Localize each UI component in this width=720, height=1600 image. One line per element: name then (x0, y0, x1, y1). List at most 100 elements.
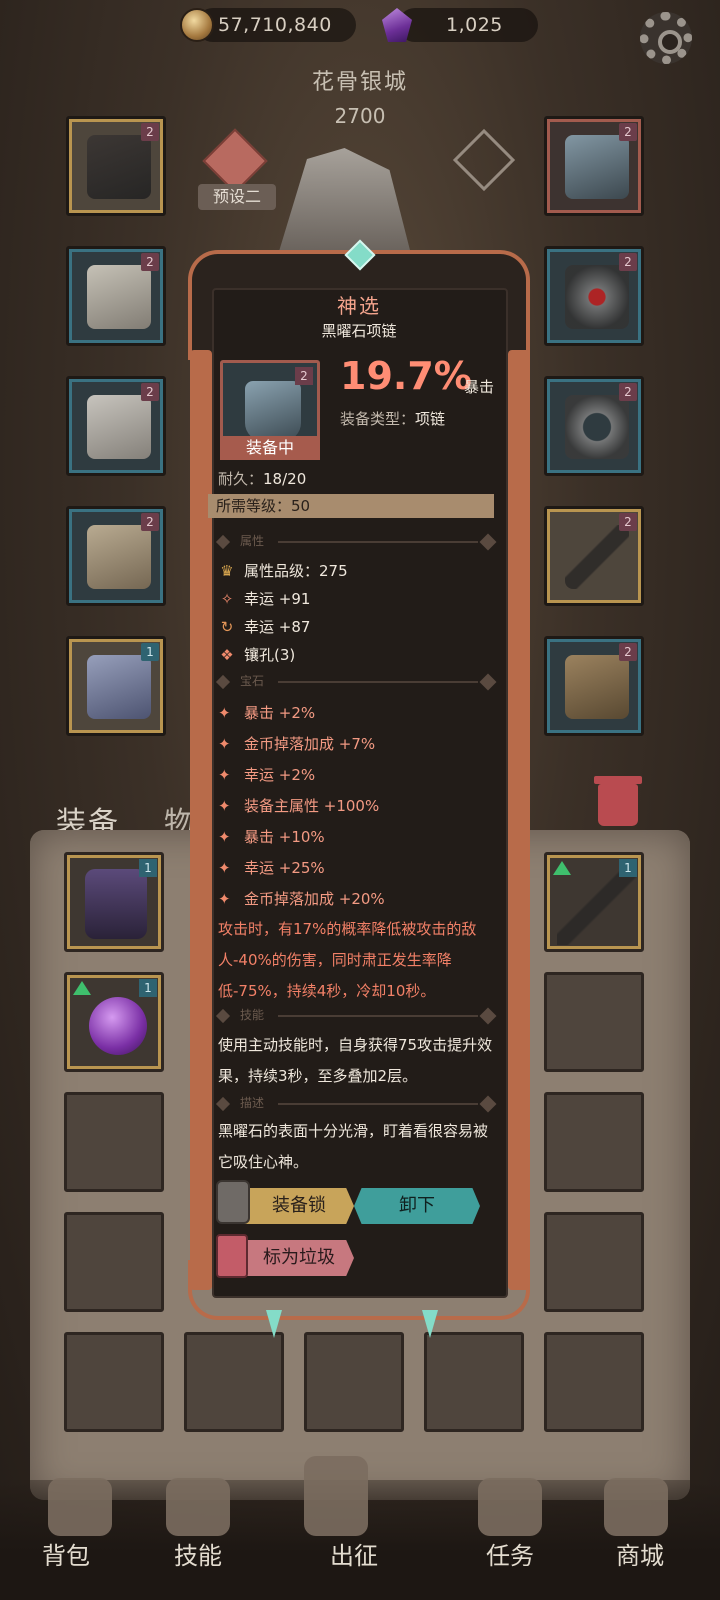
inventory-empty-cell[interactable] (544, 1092, 644, 1192)
inventory-empty-cell[interactable] (184, 1332, 284, 1432)
pants-slot[interactable]: 2 (66, 506, 166, 606)
ring-icon (565, 265, 629, 329)
inventory-empty-cell[interactable] (64, 1092, 164, 1192)
necklace-slot[interactable]: 2 (544, 116, 644, 216)
item-level: 1 (139, 979, 157, 997)
inventory-empty-cell[interactable] (544, 972, 644, 1072)
slot-level: 1 (141, 643, 159, 661)
inventory-item-orb[interactable]: 1 (64, 972, 164, 1072)
gem-sparkle-icon: ✦ (218, 766, 231, 784)
section-description: 描述 (215, 1094, 497, 1114)
section-gems: 宝石 (215, 672, 497, 692)
book-icon (565, 655, 629, 719)
equipped-badge: 装备中 (220, 436, 320, 460)
inventory-empty-cell[interactable] (544, 1332, 644, 1432)
armor-slot[interactable]: 2 (66, 246, 166, 346)
attribute-row: ❖ 镶孔(3) (218, 644, 295, 665)
hero-portrait (277, 148, 412, 258)
item-level: 1 (619, 859, 637, 877)
section-gems-label: 宝石 (240, 674, 265, 688)
gem-counter: 1,025 (398, 8, 538, 42)
preset-button[interactable]: 预设二 (198, 184, 276, 210)
trash-icon[interactable] (594, 776, 642, 826)
crown-icon: ♛ (220, 562, 234, 580)
ring-slot[interactable]: 2 (544, 246, 644, 346)
gem-sparkle-icon: ✦ (218, 704, 231, 722)
skills-icon[interactable] (166, 1478, 230, 1536)
gear-icon[interactable] (640, 12, 692, 64)
armor-icon (87, 265, 151, 329)
section-attributes: 属性 (215, 532, 497, 552)
slot-level: 2 (141, 383, 159, 401)
necklace-icon (245, 381, 301, 441)
cycle-icon: ↻ (220, 618, 234, 636)
inventory-empty-cell[interactable] (424, 1332, 524, 1432)
gem-row: ✦ 暴击 +10% (218, 828, 325, 846)
inventory-item-wand[interactable]: 1 (544, 852, 644, 952)
popup-frame-left (190, 350, 212, 1290)
resource-bar: 57,710,840 1,025 (0, 0, 720, 52)
slot-level: 2 (619, 253, 637, 271)
inventory-empty-cell[interactable] (304, 1332, 404, 1432)
gold-counter: 57,710,840 (196, 8, 356, 42)
helmet-slot[interactable]: 2 (66, 116, 166, 216)
gem-row: ✦ 幸运 +2% (218, 766, 316, 784)
item-level: 1 (139, 859, 157, 877)
inventory-empty-cell[interactable] (544, 1212, 644, 1312)
inventory-empty-cell[interactable] (64, 1212, 164, 1312)
character-name: 花骨银城 (311, 70, 408, 95)
luck-icon: ✧ (220, 590, 234, 608)
unequip-button[interactable]: 卸下 (354, 1188, 480, 1224)
section-description-label: 描述 (240, 1096, 265, 1110)
socket-icon: ❖ (220, 646, 234, 664)
upgrade-arrow-icon (553, 861, 571, 875)
junk-bin-icon (216, 1234, 248, 1278)
item-name: 黑曜石项链 (321, 322, 397, 340)
required-level: 所需等级：50 (208, 494, 494, 518)
cage-icon (85, 869, 147, 939)
orb-icon (89, 997, 147, 1055)
gem-sparkle-icon: ✦ (218, 828, 231, 846)
book-slot[interactable]: 2 (544, 636, 644, 736)
quests-icon[interactable] (478, 1478, 542, 1536)
item-type-label: 装备类型： (340, 410, 416, 428)
attribute-row: ✧ 幸运 +91 (218, 588, 311, 609)
nav-skills[interactable]: 技能 (148, 1536, 248, 1571)
gloves-slot[interactable]: 2 (66, 376, 166, 476)
slot-level: 2 (619, 383, 637, 401)
wand-icon (557, 865, 637, 945)
gem-row: ✦ 金币掉落加成 +7% (218, 735, 376, 753)
item-detail-popup: 神选 黑曜石项链 2 装备中 19.7% 暴击 装备类型：项链 耐久：18/20… (188, 239, 530, 1338)
pants-icon (87, 525, 151, 589)
shop-icon[interactable] (604, 1478, 668, 1536)
expedition-icon[interactable] (304, 1456, 368, 1536)
gem-row: ✦ 幸运 +25% (218, 859, 325, 877)
item-type-value: 项链 (415, 410, 446, 428)
nav-quests[interactable]: 任务 (460, 1536, 560, 1571)
weapon-slot[interactable]: 2 (544, 506, 644, 606)
nav-backpack[interactable]: 背包 (16, 1536, 116, 1571)
dangle-gem-icon (422, 1310, 438, 1338)
helmet-icon (87, 135, 151, 199)
character-info-icon[interactable] (452, 128, 516, 192)
slot-level: 2 (141, 253, 159, 271)
bracelet-slot[interactable]: 2 (544, 376, 644, 476)
gem-sparkle-icon: ✦ (218, 890, 231, 908)
slot-level: 2 (141, 123, 159, 141)
slot-level: 2 (619, 643, 637, 661)
dangle-gem-icon (266, 1310, 282, 1338)
nav-shop[interactable]: 商城 (590, 1536, 690, 1571)
boots-slot[interactable]: 1 (66, 636, 166, 736)
inventory-item-cage[interactable]: 1 (64, 852, 164, 952)
gem-row: ✦ 金币掉落加成 +20% (218, 890, 385, 908)
backpack-icon[interactable] (48, 1478, 112, 1536)
inventory-empty-cell[interactable] (64, 1332, 164, 1432)
item-rarity: 神选 (337, 294, 381, 318)
gem-sparkle-icon: ✦ (218, 735, 231, 753)
special-effect-text: 攻击时，有17%的概率降低被攻击的敌人-40%的伤害，同时肃正发生率降低-75%… (218, 920, 477, 1000)
item-type: 装备类型：项链 (340, 408, 445, 429)
upgrade-arrow-icon (73, 981, 91, 995)
gloves-icon (87, 395, 151, 459)
nav-expedition[interactable]: 出征 (304, 1536, 404, 1571)
gem-sparkle-icon: ✦ (218, 797, 231, 815)
